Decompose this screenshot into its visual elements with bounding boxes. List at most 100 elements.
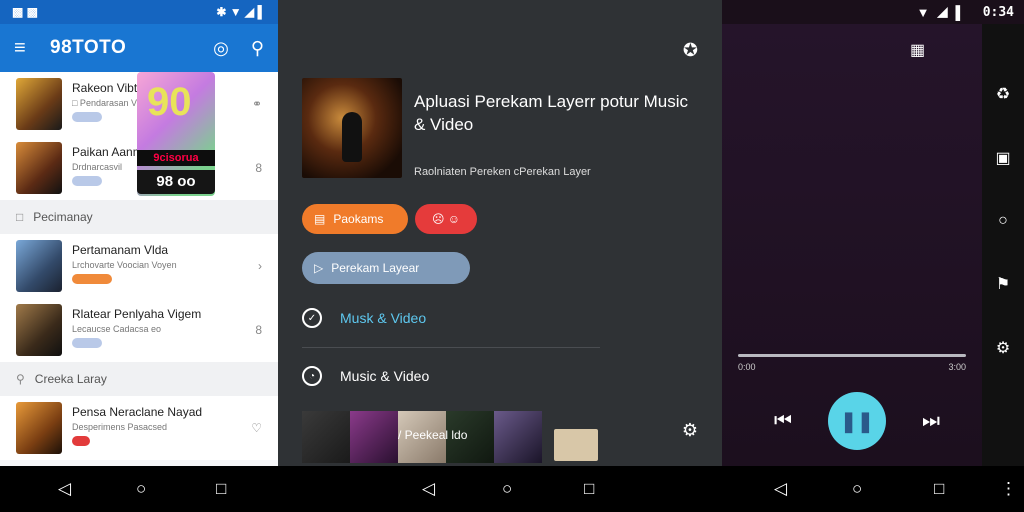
settings-icon[interactable]: ⚙ — [996, 338, 1010, 358]
side-nav: ♻ ▣ ○ ⚑ ⚙ — [982, 24, 1024, 466]
search-icon: ⚲ — [16, 372, 25, 386]
record-pill-label: Perekam Layear — [331, 261, 420, 275]
thumbnail[interactable] — [554, 429, 598, 461]
pause-button[interactable]: ❚❚ — [828, 392, 886, 450]
home-icon[interactable]: ○ — [502, 479, 512, 499]
performer-figure — [342, 112, 362, 162]
play-outline-icon: ▷ — [314, 261, 324, 275]
app-list-panel: ≡ 98TOTO ◎ ⚲ Rakeon Vibt □ Pendarasan Vi… — [0, 24, 278, 466]
previous-icon[interactable]: ⏮ — [774, 410, 792, 433]
list-item[interactable]: Pertamanam Vlda Lrchovarte Voocian Voyen… — [0, 234, 278, 298]
clock-icon: ◔ — [302, 366, 322, 386]
item-action-icon[interactable]: ⚭ — [252, 97, 262, 111]
notification-icons: ▩ ▩ — [12, 5, 39, 19]
record-pill[interactable]: ▷ Perekam Layear — [302, 252, 470, 284]
back-icon[interactable]: ◁ — [774, 479, 787, 499]
wifi-icon: ▼ — [916, 4, 930, 20]
square-icon[interactable]: ▣ — [995, 148, 1010, 168]
back-icon[interactable]: ◁ — [58, 479, 71, 499]
more-icon[interactable]: ⋮ — [1000, 479, 1017, 499]
chevron-right-icon[interactable]: › — [258, 259, 262, 273]
favorite-icon[interactable]: ♡ — [251, 421, 262, 435]
primary-button[interactable]: ▤ Paokams — [302, 204, 408, 234]
list-item-subtitle: Desperimens Pasacsed — [72, 422, 168, 432]
account-icon[interactable]: ◎ — [213, 38, 229, 59]
list-item-subtitle: Lrchovarte Voocian Voyen — [72, 260, 177, 270]
item-action-icon[interactable]: 8 — [255, 161, 262, 175]
status-icons: ✱ ▼ ◢ ▌ — [216, 5, 266, 19]
thumbnail — [16, 304, 62, 356]
menu-item-label: Music & Video — [340, 368, 430, 384]
system-nav-bar: ◁ ○ □ ◁ ○ □ ◁ ○ □ ⋮ — [0, 466, 1024, 512]
thumbnail — [16, 240, 62, 292]
elapsed-time: 0:00 — [738, 362, 756, 372]
thumbnail — [350, 411, 398, 463]
app-detail-panel: ✪ Apluasi Perekam Layerr potur Music & V… — [278, 24, 722, 466]
reaction-button-label: ☹ ☺ — [431, 212, 461, 226]
thumbnail — [494, 411, 542, 463]
menu-item-label: Musk & Video — [340, 310, 427, 326]
section-header: ⚲ Creeka Laray — [0, 362, 278, 396]
app-bar: ≡ 98TOTO ◎ ⚲ — [0, 24, 278, 72]
flag-icon[interactable]: ⚑ — [996, 274, 1010, 294]
document-icon: ▤ — [314, 212, 326, 226]
screen: ▩ ▩ ✱ ▼ ◢ ▌ ▼ ◢ ▌ 0:34 ≡ 98TOTO ◎ ⚲ Rake… — [0, 0, 1024, 512]
page-subtitle: Raolniaten Pereken cPerekan Layer — [414, 166, 591, 178]
circle-icon[interactable]: ○ — [998, 212, 1008, 230]
section-title: Pecimanay — [33, 210, 93, 224]
status-bar-right: ▼ ◢ ▌ 0:34 — [722, 0, 1024, 24]
section-header: □ Pecimanay — [0, 200, 278, 234]
thumbnail — [302, 411, 350, 463]
divider — [302, 347, 600, 348]
reaction-button[interactable]: ☹ ☺ — [415, 204, 477, 234]
promo-subtext: 98 oo — [137, 170, 215, 194]
back-icon[interactable]: ◁ — [422, 479, 435, 499]
search-icon[interactable]: ⚲ — [251, 38, 264, 59]
recents-icon[interactable]: □ — [584, 479, 594, 499]
list-item-title: Pensa Neraclane Nayad — [72, 405, 203, 419]
home-icon[interactable]: ○ — [852, 479, 862, 499]
tag-chip — [72, 338, 102, 348]
primary-button-label: Paokams — [333, 212, 384, 226]
tag-chip — [72, 112, 102, 122]
gear-icon[interactable]: ⚙ — [682, 420, 698, 441]
total-time: 3:00 — [948, 362, 966, 372]
thumbnail — [16, 142, 62, 194]
page-title: Apluasi Perekam Layerr potur Music & Vid… — [414, 92, 689, 134]
queue-icon[interactable]: ▦ — [910, 40, 925, 60]
clock: 0:34 — [982, 4, 1014, 20]
recents-icon[interactable]: □ — [934, 479, 944, 499]
promo-banner[interactable]: 90 9cisorua 98 oo — [137, 72, 215, 196]
section-title: Creeka Laray — [34, 372, 107, 386]
status-bar-left: ▩ ▩ ✱ ▼ ◢ ▌ — [0, 0, 278, 24]
tag-chip — [72, 436, 90, 446]
next-icon[interactable]: ⏭ — [922, 410, 940, 433]
cast-icon[interactable]: ✪ — [683, 40, 698, 61]
thumbnail — [16, 402, 62, 454]
promo-number: 90 — [147, 80, 192, 124]
recents-icon[interactable]: □ — [216, 479, 226, 499]
chat-icon: □ — [16, 210, 24, 224]
item-action-icon[interactable]: 8 — [255, 323, 262, 337]
menu-item-music-video[interactable]: ✓ Musk & Video — [302, 304, 426, 332]
list-item-subtitle: Lecaucse Cadacsa eo — [72, 324, 162, 334]
strip-label: / Peekeal ldo — [398, 428, 468, 442]
signal-icon: ◢ — [937, 4, 948, 19]
menu-icon[interactable]: ≡ — [14, 37, 40, 60]
player-panel: ▦ 0:00 3:00 ⏮ ❚❚ ⏭ — [722, 24, 982, 466]
list-item[interactable]: Pensa Neraclane Nayad Desperimens Pasacs… — [0, 396, 278, 460]
seek-bar[interactable] — [738, 354, 966, 357]
thumbnail — [16, 78, 62, 130]
hero-artwork — [302, 78, 402, 178]
list-item[interactable]: Rlatear Penlyaha Vigem Lecaucse Cadacsa … — [0, 298, 278, 362]
list-item-title: Rlatear Penlyaha Vigem — [72, 307, 202, 321]
battery-icon: ▌ — [955, 4, 965, 20]
tag-chip — [72, 274, 112, 284]
menu-item-history[interactable]: ◔ Music & Video — [302, 362, 429, 390]
playback-controls: ⏮ ❚❚ ⏭ — [774, 392, 940, 450]
check-circle-icon: ✓ — [302, 308, 322, 328]
promo-brand: 9cisorua — [137, 150, 215, 166]
share-icon[interactable]: ♻ — [996, 84, 1010, 104]
home-icon[interactable]: ○ — [136, 479, 146, 499]
status-bar-mid — [278, 0, 722, 24]
